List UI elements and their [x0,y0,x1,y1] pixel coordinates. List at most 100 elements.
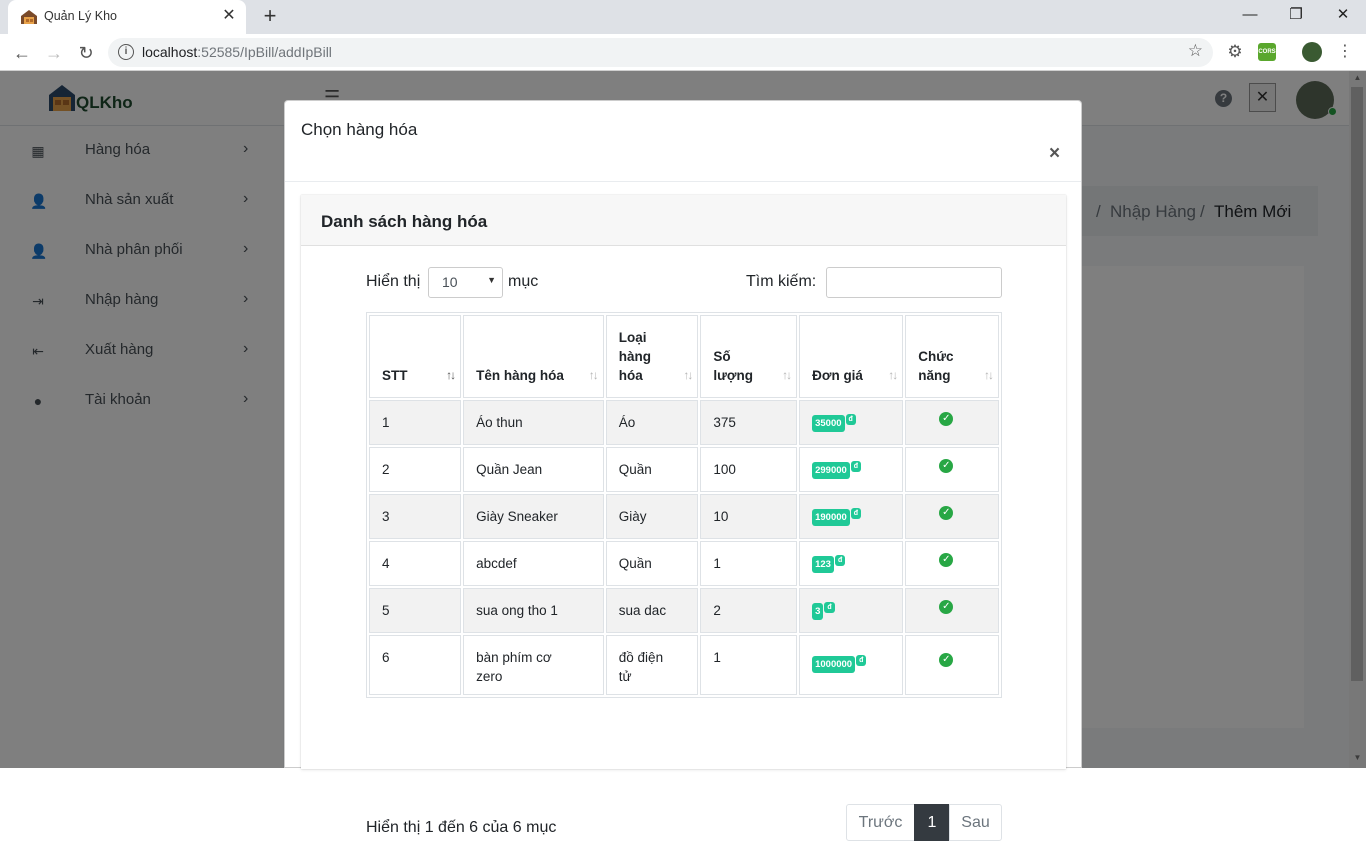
cell-name: abcdef [463,541,604,586]
browser-tabbar: Quản Lý Kho ✕ + — ❐ ✕ [0,0,1366,34]
table-info-text: Hiển thị 1 đến 6 của 6 mục [366,819,557,836]
select-check-icon[interactable]: ✓ [939,412,954,426]
column-header-qty[interactable]: Số lượng ↑↓ [700,315,798,398]
select-check-icon[interactable]: ✓ [939,600,954,614]
sort-icon: ↑↓ [588,368,599,382]
column-header-price[interactable]: Đơn giá ↑↓ [799,315,904,398]
card-header: Danh sách hàng hóa [301,195,1066,246]
cell-action: ✓ [905,588,999,633]
select-check-icon[interactable]: ✓ [939,506,954,520]
goods-list-card: Danh sách hàng hóa Hiển thị 10 ▼ mục Tìm… [301,195,1066,841]
cell-name: bàn phím cơ zero [463,635,604,695]
cell-price: 1000000 đ [799,635,904,695]
cell-action: ✓ [905,447,999,492]
table-row: 3 Giày Sneaker Giày 10 190000 đ ✓ [369,494,999,539]
profile-avatar[interactable] [1302,42,1322,62]
reload-icon[interactable]: ↻ [73,40,99,66]
cors-extension-icon[interactable]: CORS [1258,43,1276,61]
info-icon[interactable]: i [118,44,134,60]
cell-action: ✓ [905,635,999,695]
length-label: Hiển thị [366,273,421,290]
cell-action: ✓ [905,494,999,539]
cell-type: Quần [605,541,699,586]
cell-type: sua dac [605,588,699,633]
cell-name: Giày Sneaker [463,494,604,539]
select-check-icon[interactable]: ✓ [939,653,954,667]
currency-badge: đ [850,461,862,472]
sort-icon: ↑↓ [984,368,994,382]
window-close-icon[interactable]: ✕ [1320,4,1366,28]
select-check-icon[interactable]: ✓ [939,553,954,567]
table-row: 5 sua ong tho 1 sua dac 2 3đ ✓ [369,588,999,633]
cell-stt: 4 [369,541,462,586]
new-tab-icon[interactable]: + [259,5,281,27]
cell-stt: 5 [369,588,462,633]
column-header-action[interactable]: Chức năng ↑↓ [905,315,999,398]
cell-action: ✓ [905,400,999,445]
price-badge: 299000 [812,461,850,479]
search-label: Tìm kiếm: [746,273,817,290]
table-row: 6 bàn phím cơ zero đồ điện tử 1 1000000 đ… [369,635,999,695]
modal-divider [285,181,1081,182]
cell-stt: 3 [369,494,462,539]
select-check-icon[interactable]: ✓ [939,459,954,473]
cell-type: Quần [605,447,699,492]
browser-tab[interactable]: Quản Lý Kho ✕ [8,0,246,34]
cell-name: Quần Jean [463,447,604,492]
cell-price: 3đ [799,588,904,633]
cell-price: 299000 đ [799,447,904,492]
table-row: 2 Quần Jean Quần 100 299000 đ ✓ [369,447,999,492]
browser-menu-icon[interactable]: ⋮ [1336,43,1354,61]
cell-stt: 1 [369,400,462,445]
cell-price: 190000 đ [799,494,904,539]
currency-badge: đ [856,655,867,666]
browser-toolbar: ← → ↻ i localhost:52585/IpBill/addIpBill… [0,34,1366,71]
tab-close-icon[interactable]: ✕ [220,7,238,25]
tab-title: Quản Lý Kho [44,9,117,23]
page-length-select[interactable]: 10 ▼ [428,267,503,298]
extension-gear-icon[interactable]: ⚙ [1226,43,1244,61]
address-bar[interactable]: i localhost:52585/IpBill/addIpBill ☆ [108,38,1213,67]
sort-icon: ↑↓ [683,368,693,382]
cell-qty: 1 [700,541,798,586]
currency-badge: đ [834,555,846,566]
cell-price: 35000 đ [799,400,904,445]
length-suffix: mục [508,273,539,290]
page-length-value: 10 [442,274,458,290]
sort-icon: ↑↓ [782,368,792,382]
column-header-name[interactable]: Tên hàng hóa ↑↓ [463,315,604,398]
cell-price: 123 đ [799,541,904,586]
currency-badge: đ [845,414,856,425]
cell-qty: 375 [700,400,798,445]
back-icon[interactable]: ← [9,40,35,66]
card-title: Danh sách hàng hóa [321,212,488,231]
restore-icon[interactable]: ❐ [1273,4,1319,28]
cell-name: sua ong tho 1 [463,588,604,633]
pagination-prev-button[interactable]: Trước [846,804,915,841]
warehouse-favicon-icon [21,10,37,24]
pagination-next-button[interactable]: Sau [949,804,1002,841]
bookmark-star-icon[interactable]: ☆ [1188,41,1203,61]
pagination-page-1-button[interactable]: 1 [914,804,950,841]
price-badge: 35000 [812,414,845,432]
caret-down-icon: ▼ [487,275,496,285]
column-header-type[interactable]: Loại hàng hóa ↑↓ [605,315,699,398]
sort-asc-icon: ↑↓ [446,368,456,382]
forward-icon[interactable]: → [41,40,67,66]
modal-close-icon[interactable]: × [1049,143,1060,165]
minimize-icon[interactable]: — [1227,4,1273,28]
cell-qty: 2 [700,588,798,633]
cell-action: ✓ [905,541,999,586]
sort-icon: ↑↓ [888,368,898,382]
currency-badge: đ [824,602,835,613]
price-badge: 3 [812,602,824,620]
price-badge: 123 [812,555,834,573]
cell-type: Áo [605,400,699,445]
table-row: 4 abcdef Quần 1 123 đ ✓ [369,541,999,586]
cell-type: Giày [605,494,699,539]
goods-table: STT ↑↓ Tên hàng hóa ↑↓ Loại hàng hóa ↑↓ Số … [366,312,1002,698]
cell-stt: 6 [369,635,462,695]
search-input[interactable] [826,267,1002,298]
price-badge: 1000000 [812,655,856,673]
column-header-stt[interactable]: STT ↑↓ [369,315,462,398]
